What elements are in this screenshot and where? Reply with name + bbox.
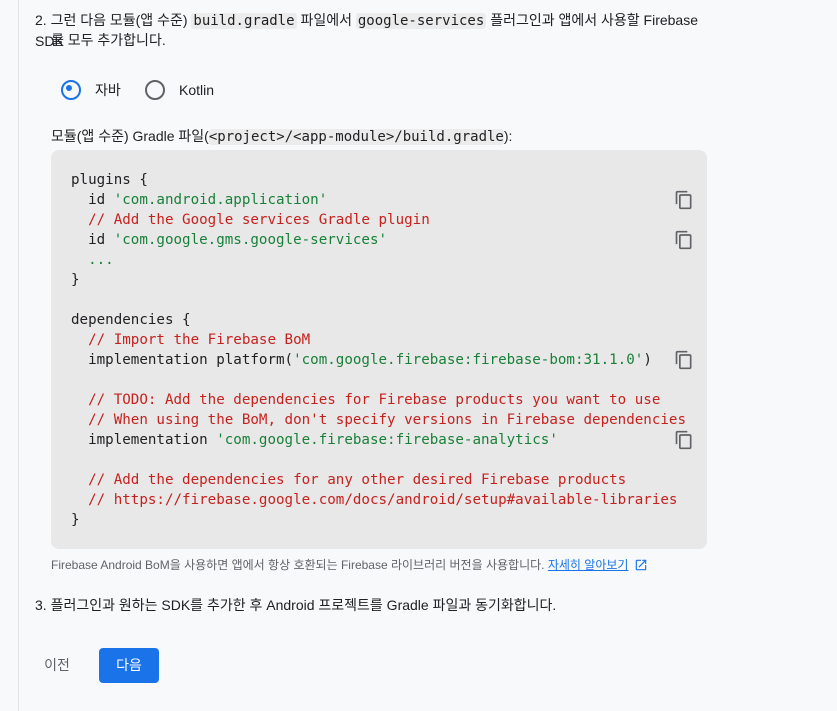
next-button[interactable]: 다음: [99, 648, 159, 683]
code-line-5: ...: [71, 252, 114, 268]
step-3-instruction: 3. 플러그인과 원하는 SDK를 추가한 후 Android 프로젝트를 Gr…: [35, 597, 557, 613]
radio-checked-icon[interactable]: [61, 80, 81, 100]
inline-code-google-services: google-services: [355, 13, 487, 29]
code-line-17: // https://firebase.google.com/docs/andr…: [71, 492, 678, 508]
code-line-13: // When using the BoM, don't specify ver…: [71, 412, 686, 428]
code-line-10: implementation platform('com.google.fire…: [71, 352, 652, 368]
inline-code-build-gradle: build.gradle: [191, 13, 297, 29]
code-line-18: }: [71, 512, 80, 528]
code-line-2: id 'com.android.application': [71, 192, 328, 208]
code-line-6: }: [71, 272, 80, 288]
gradle-file-label: 모듈(앱 수준) Gradle 파일(<project>/<app-module…: [51, 128, 513, 145]
bom-note: Firebase Android BoM을 사용하면 앱에서 항상 호환되는 F…: [51, 557, 648, 576]
radio-java[interactable]: 자바: [61, 80, 121, 100]
copy-icon[interactable]: [674, 430, 694, 450]
copy-icon[interactable]: [674, 230, 694, 250]
step-2-instruction-line2: 를 모두 추가합니다.: [51, 32, 166, 48]
external-link-icon[interactable]: [634, 558, 648, 576]
code-line-12: // TODO: Add the dependencies for Fireba…: [71, 392, 661, 408]
learn-more-link[interactable]: 자세히 알아보기: [548, 558, 629, 572]
code-line-4: id 'com.google.gms.google-services': [71, 232, 388, 248]
code-line-3: // Add the Google services Gradle plugin: [71, 212, 430, 228]
code-block: plugins { id 'com.android.application' /…: [51, 150, 707, 549]
copy-icon[interactable]: [674, 190, 694, 210]
code-line-14: implementation 'com.google.firebase:fire…: [71, 432, 558, 448]
code-line-1: plugins {: [71, 172, 148, 188]
back-button[interactable]: 이전: [37, 648, 77, 682]
copy-icon[interactable]: [674, 350, 694, 370]
code-line-16: // Add the dependencies for any other de…: [71, 472, 627, 488]
radio-kotlin[interactable]: Kotlin: [145, 80, 214, 100]
setup-panel: 2. 그런 다음 모듈(앱 수준) build.gradle 파일에서 goog…: [18, 0, 837, 711]
code-line-9: // Import the Firebase BoM: [71, 332, 311, 348]
radio-unchecked-icon[interactable]: [145, 80, 165, 100]
file-path-code: <project>/<app-module>/build.gradle: [208, 129, 504, 145]
code-line-8: dependencies {: [71, 312, 191, 328]
